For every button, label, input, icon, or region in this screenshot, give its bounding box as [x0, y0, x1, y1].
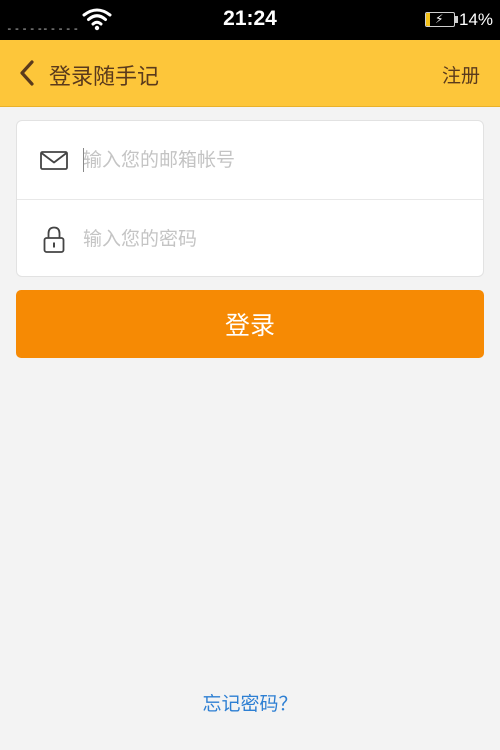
status-bar: ----- ----- 21:24 ⚡ 14% [0, 0, 500, 40]
forgot-password-link[interactable]: 忘记密码？ [0, 689, 500, 716]
battery-percentage: 14% [459, 10, 494, 29]
mail-icon [40, 151, 68, 170]
login-button[interactable]: 登录 [16, 290, 484, 358]
register-button[interactable]: 注册 [442, 61, 480, 88]
email-row [17, 121, 483, 199]
chevron-left-icon[interactable] [16, 58, 38, 88]
app-header: 登录随手记 注册 [0, 40, 500, 107]
battery-level-fill [426, 13, 430, 26]
password-input[interactable] [83, 220, 463, 258]
lock-icon [43, 226, 65, 253]
password-row [17, 199, 483, 278]
text-cursor [83, 148, 84, 172]
page-title: 登录随手记 [49, 65, 160, 90]
login-form [16, 120, 484, 277]
battery-tip [455, 16, 458, 23]
battery-charging-icon: ⚡ [425, 12, 455, 27]
email-input[interactable] [83, 141, 463, 179]
